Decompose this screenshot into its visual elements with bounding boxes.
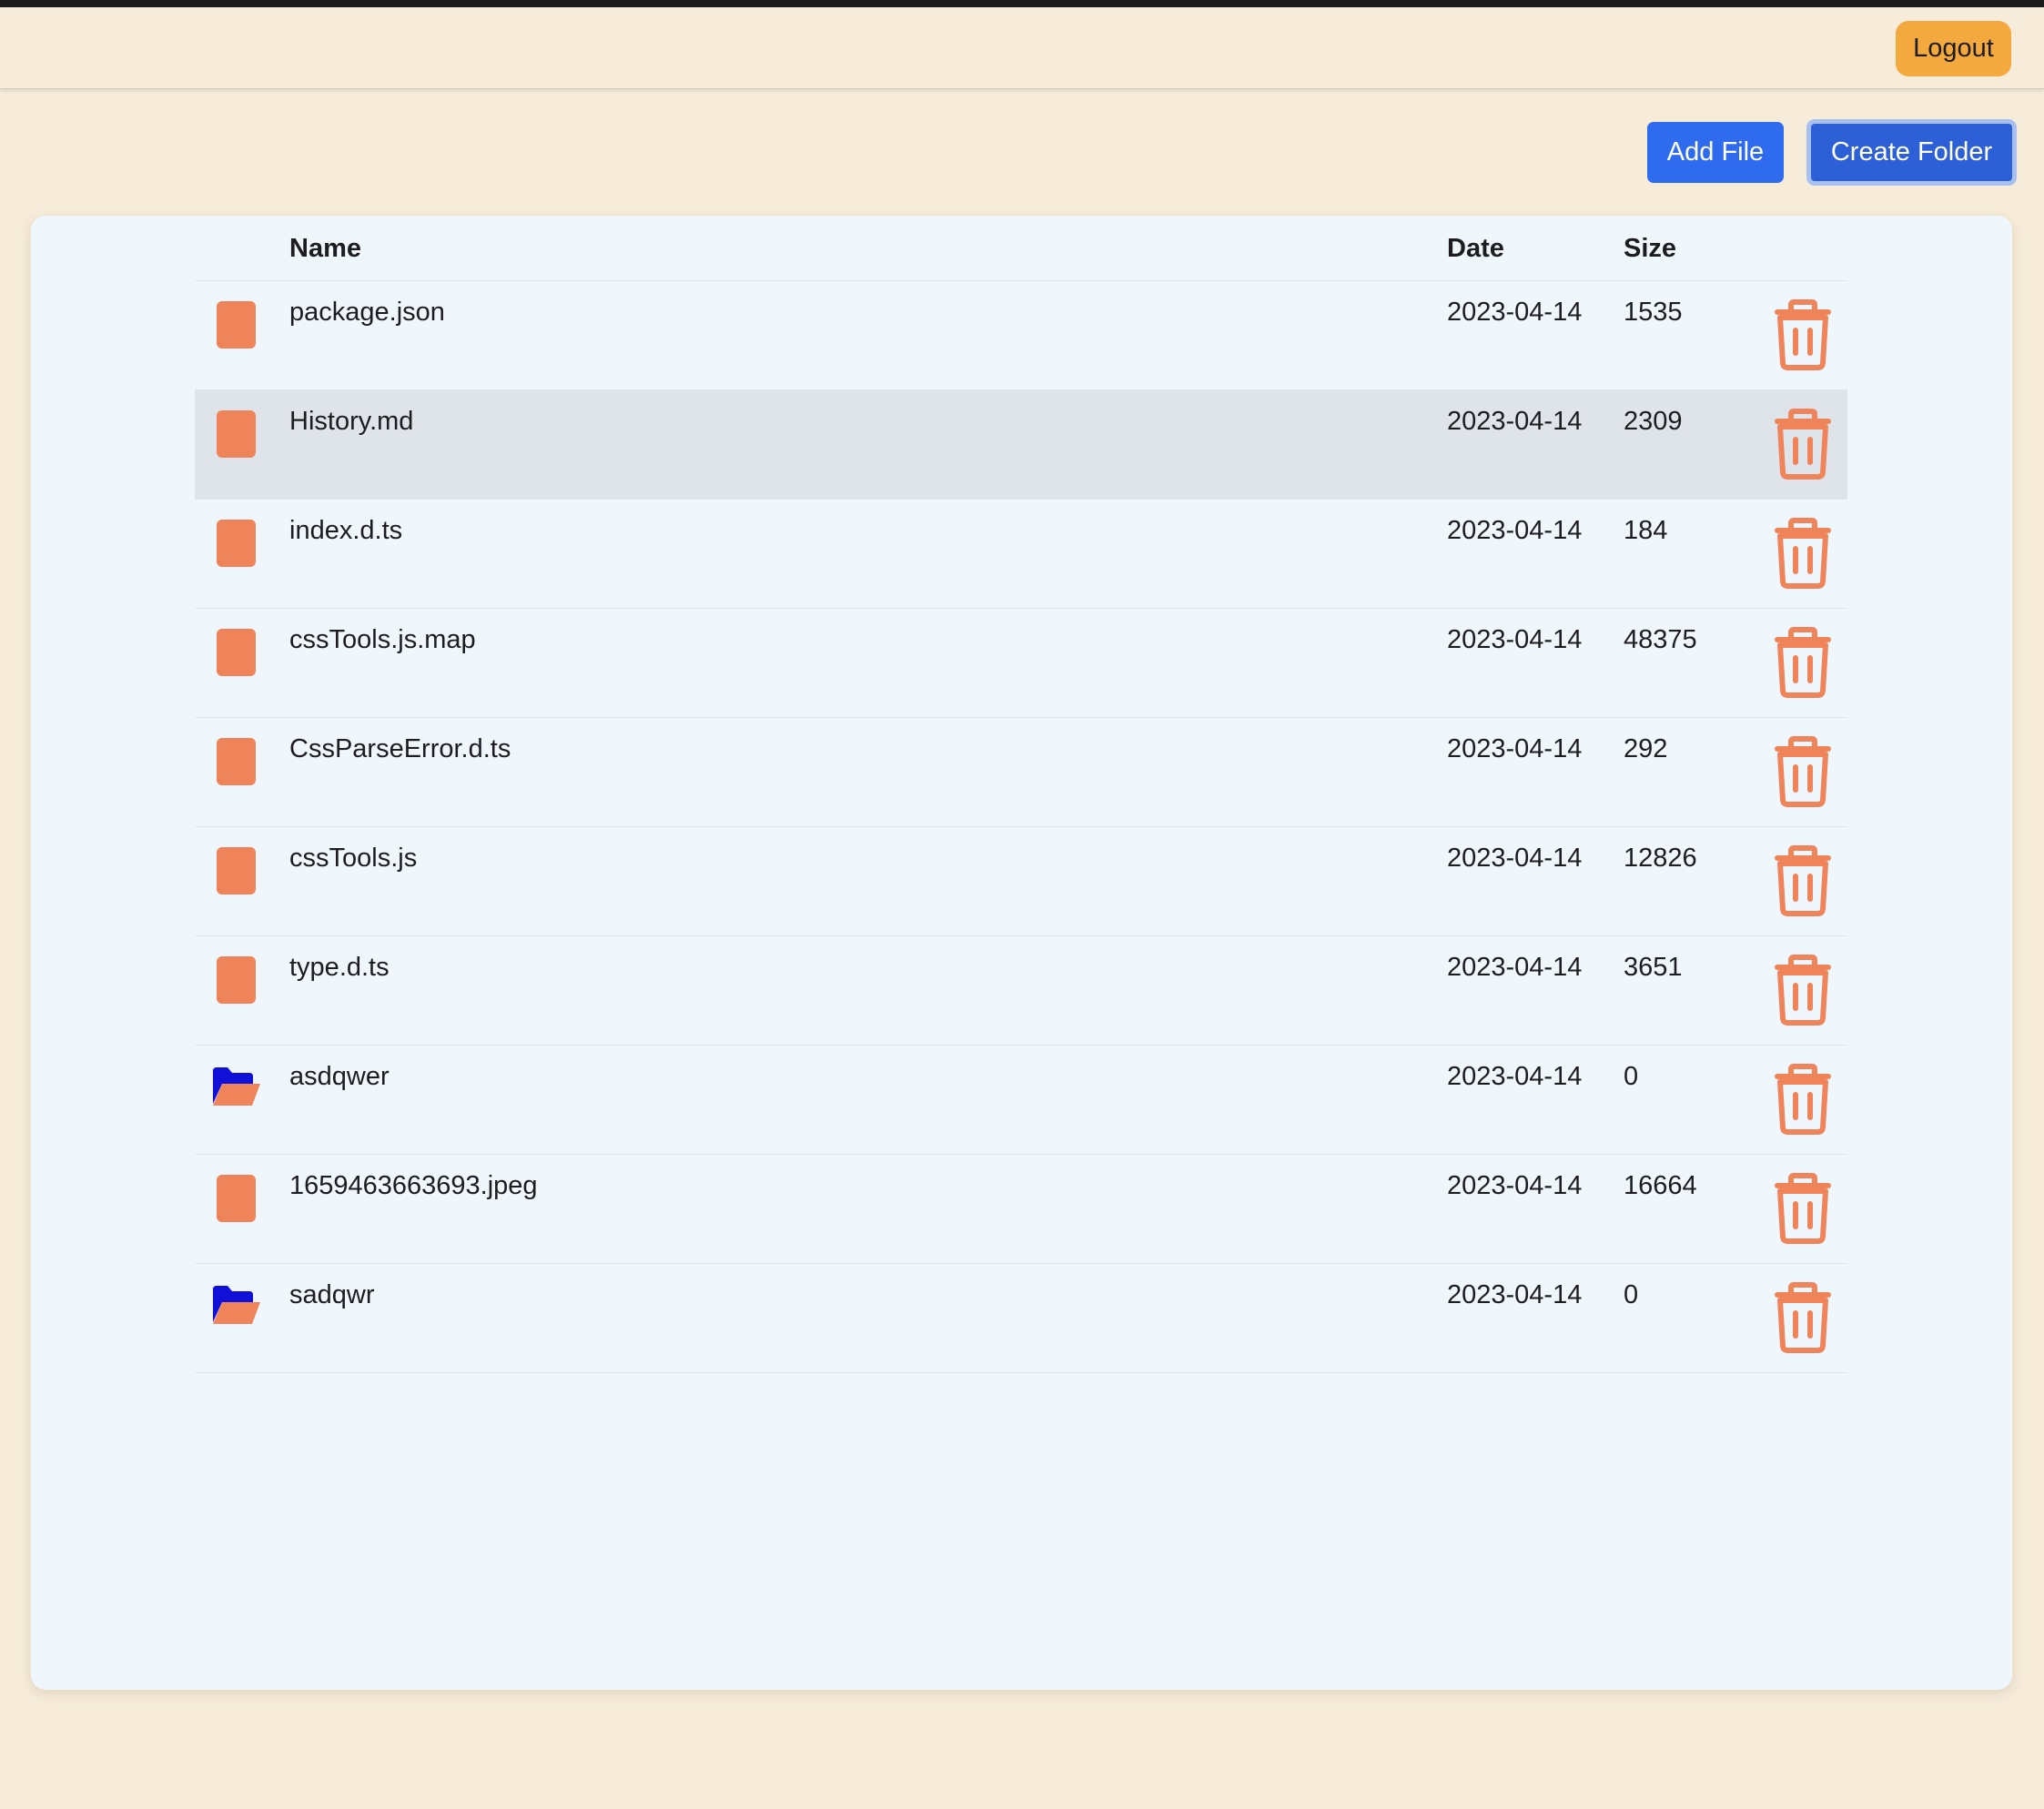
delete-button[interactable]	[1771, 299, 1835, 370]
trash-icon	[1775, 409, 1831, 480]
table-row[interactable]: asdqwer 2023-04-14 0	[195, 1046, 1847, 1155]
table-row[interactable]: type.d.ts 2023-04-14 3651	[195, 936, 1847, 1046]
trash-icon	[1775, 1282, 1831, 1353]
trash-icon	[1775, 955, 1831, 1026]
file-name[interactable]: sadqwr	[289, 1280, 375, 1310]
table-row[interactable]: CssParseError.d.ts 2023-04-14 292	[195, 718, 1847, 827]
file-icon	[211, 845, 257, 896]
file-name[interactable]: cssTools.js	[289, 844, 417, 874]
navbar: Logout	[0, 7, 2044, 89]
delete-button[interactable]	[1771, 1282, 1835, 1353]
file-list-panel: Name Date Size package.json 2023-04-14 1…	[31, 216, 2012, 1690]
file-name[interactable]: History.md	[289, 407, 413, 437]
file-size: 12826	[1624, 844, 1697, 873]
file-size: 3651	[1624, 953, 1683, 982]
table-body: package.json 2023-04-14 1535 History.md …	[195, 281, 1847, 1373]
table-row[interactable]: package.json 2023-04-14 1535	[195, 281, 1847, 390]
file-name[interactable]: asdqwer	[289, 1062, 390, 1092]
file-icon	[211, 1173, 257, 1224]
file-icon	[211, 299, 257, 350]
file-size: 0	[1624, 1280, 1639, 1309]
file-name[interactable]: type.d.ts	[289, 953, 390, 983]
table-row[interactable]: cssTools.js.map 2023-04-14 48375	[195, 609, 1847, 718]
trash-icon	[1775, 845, 1831, 916]
file-table: Name Date Size package.json 2023-04-14 1…	[195, 216, 1847, 1373]
file-date: 2023-04-14	[1447, 844, 1583, 873]
table-row[interactable]: cssTools.js 2023-04-14 12826	[195, 827, 1847, 936]
file-size: 2309	[1624, 407, 1683, 436]
trash-icon	[1775, 1173, 1831, 1244]
file-name[interactable]: index.d.ts	[289, 516, 402, 546]
table-row[interactable]: sadqwr 2023-04-14 0	[195, 1264, 1847, 1373]
create-folder-button[interactable]: Create Folder	[1806, 119, 2017, 186]
delete-button[interactable]	[1771, 955, 1835, 1026]
file-size: 1535	[1624, 298, 1683, 327]
delete-button[interactable]	[1771, 845, 1835, 916]
file-date: 2023-04-14	[1447, 734, 1583, 763]
file-date: 2023-04-14	[1447, 1280, 1583, 1309]
file-date: 2023-04-14	[1447, 1171, 1583, 1200]
file-date: 2023-04-14	[1447, 1062, 1583, 1091]
file-name[interactable]: cssTools.js.map	[289, 625, 476, 655]
file-size: 0	[1624, 1062, 1639, 1091]
delete-button[interactable]	[1771, 736, 1835, 807]
table-row[interactable]: History.md 2023-04-14 2309	[195, 390, 1847, 500]
file-size: 16664	[1624, 1171, 1697, 1200]
file-date: 2023-04-14	[1447, 516, 1583, 545]
table-row[interactable]: index.d.ts 2023-04-14 184	[195, 500, 1847, 609]
trash-icon	[1775, 736, 1831, 807]
file-size: 184	[1624, 516, 1668, 545]
trash-icon	[1775, 1064, 1831, 1135]
table-header: Name Date Size	[195, 216, 1847, 281]
file-icon	[211, 736, 257, 787]
file-date: 2023-04-14	[1447, 407, 1583, 436]
delete-button[interactable]	[1771, 1173, 1835, 1244]
file-name[interactable]: CssParseError.d.ts	[289, 734, 511, 764]
delete-button[interactable]	[1771, 518, 1835, 589]
trash-icon	[1775, 627, 1831, 698]
column-header-date: Date	[1447, 234, 1504, 263]
file-icon	[211, 409, 257, 460]
delete-button[interactable]	[1771, 627, 1835, 698]
file-name[interactable]: package.json	[289, 298, 445, 328]
column-header-name: Name	[289, 234, 361, 263]
folder-open-icon	[211, 1064, 260, 1115]
file-size: 292	[1624, 734, 1668, 763]
table-row[interactable]: 1659463663693.jpeg 2023-04-14 16664	[195, 1155, 1847, 1264]
top-border	[0, 0, 2044, 7]
trash-icon	[1775, 299, 1831, 370]
file-icon	[211, 518, 257, 569]
column-header-size: Size	[1624, 234, 1677, 263]
file-date: 2023-04-14	[1447, 953, 1583, 982]
add-file-button[interactable]: Add File	[1647, 122, 1784, 183]
delete-button[interactable]	[1771, 409, 1835, 480]
file-icon	[211, 627, 257, 678]
folder-open-icon	[211, 1282, 260, 1333]
file-icon	[211, 955, 257, 1006]
file-date: 2023-04-14	[1447, 625, 1583, 654]
file-size: 48375	[1624, 625, 1697, 654]
trash-icon	[1775, 518, 1831, 589]
file-date: 2023-04-14	[1447, 298, 1583, 327]
file-name[interactable]: 1659463663693.jpeg	[289, 1171, 538, 1201]
logout-button[interactable]: Logout	[1896, 21, 2011, 76]
delete-button[interactable]	[1771, 1064, 1835, 1135]
